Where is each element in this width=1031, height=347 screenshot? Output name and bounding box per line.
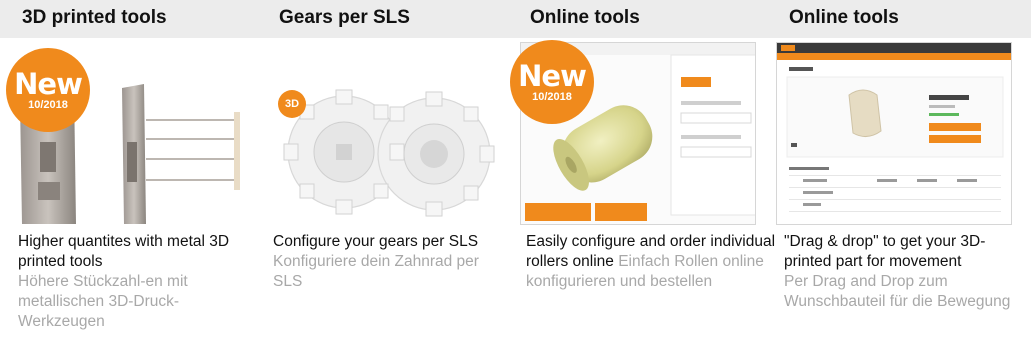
description-de: Konfiguriere dein Zahnrad per SLS <box>273 253 479 290</box>
drag-drop-screenshot[interactable] <box>776 42 1012 225</box>
description-en: Configure your gears per SLS <box>273 233 479 250</box>
3d-logo-icon: 3D <box>278 90 306 118</box>
3d-logo-label: 3D <box>284 98 300 110</box>
badge-label: New <box>14 67 83 101</box>
card-description: Easily configure and order individual ro… <box>526 232 776 292</box>
card-description: "Drag & drop" to get your 3D-printed par… <box>784 232 1024 312</box>
card-title: 3D printed tools <box>22 7 167 28</box>
drag-drop-illustration <box>777 43 1011 224</box>
gears-illustration <box>283 89 495 217</box>
card-title: Online tools <box>789 7 899 28</box>
description-de: Höhere Stückzahl-en mit metallischen 3D-… <box>18 273 188 330</box>
description-en: Higher quantites with metal 3D printed t… <box>18 233 230 270</box>
description-de: Per Drag and Drop zum Wunschbauteil für … <box>784 273 1011 310</box>
card-description: Configure your gears per SLS Konfigurier… <box>273 232 503 292</box>
new-badge: New 10/2018 <box>6 48 90 132</box>
badge-label: New <box>518 59 587 93</box>
description-en: "Drag & drop" to get your 3D-printed par… <box>784 233 986 270</box>
card-description: Higher quantites with metal 3D printed t… <box>18 232 253 332</box>
new-badge: New 10/2018 <box>510 40 594 124</box>
gears-image[interactable] <box>266 42 502 225</box>
card-title: Gears per SLS <box>279 7 410 28</box>
card-title: Online tools <box>530 7 640 28</box>
